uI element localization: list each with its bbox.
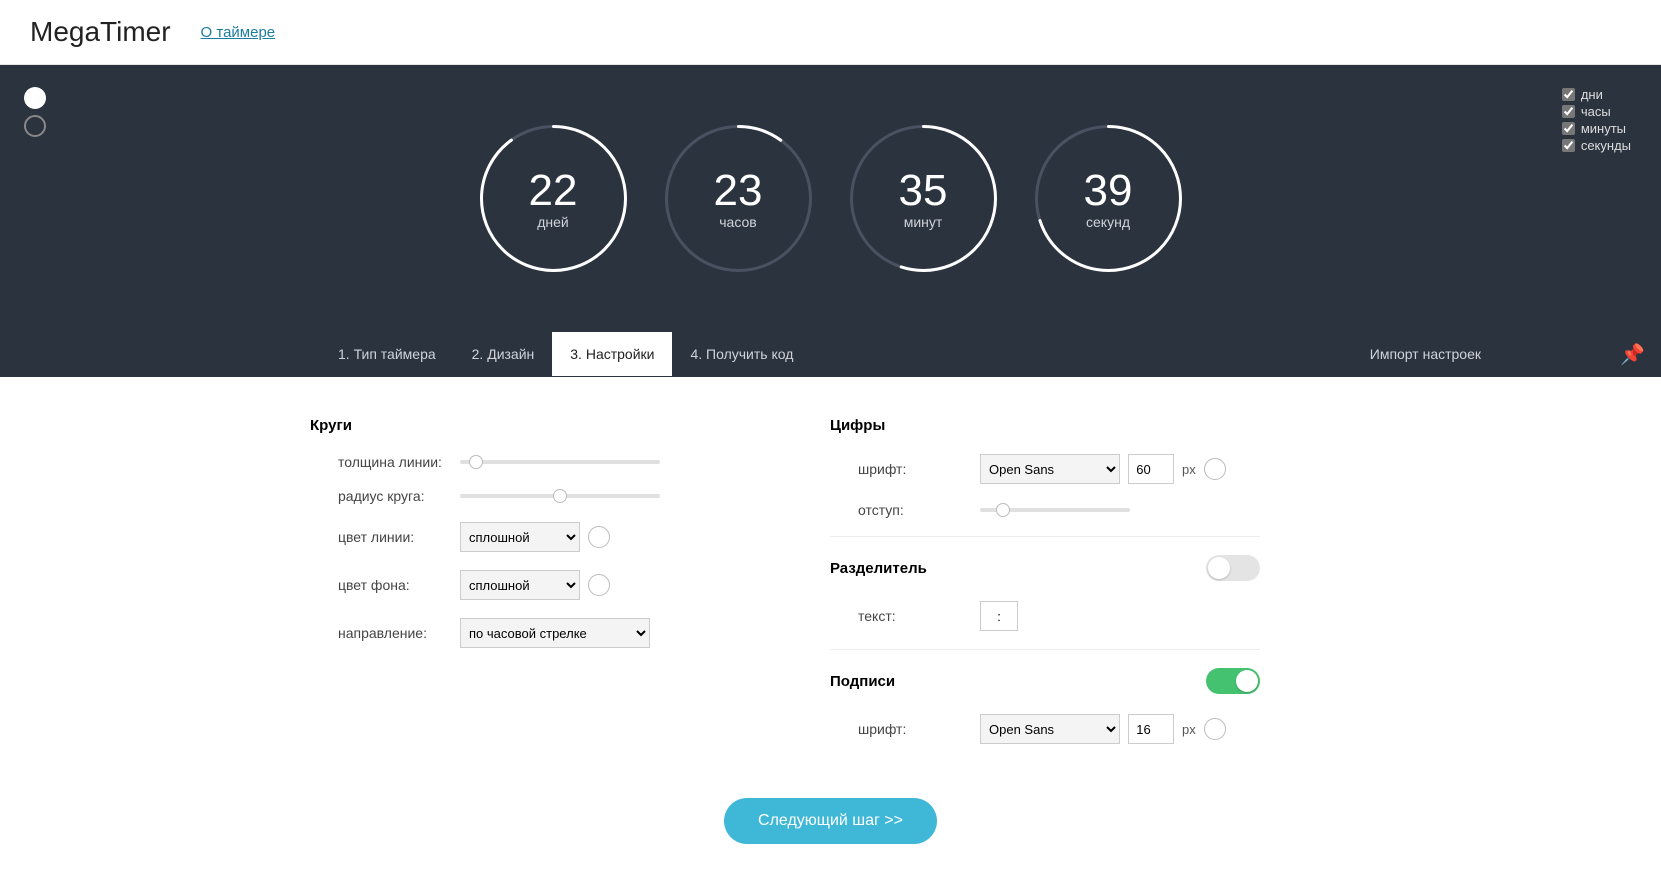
footer: Следующий шаг >>	[0, 762, 1661, 894]
labels-font-label: шрифт:	[830, 721, 980, 737]
labels-title-text: Подписи	[830, 673, 895, 690]
header: MegaTimer О таймере	[0, 0, 1661, 65]
tab-3[interactable]: 4. Получить код	[672, 332, 811, 376]
legend-minutes-label: минуты	[1581, 121, 1626, 136]
pin-icon[interactable]: 📌	[1620, 342, 1645, 367]
bg-color-mode[interactable]: сплошной	[460, 570, 580, 600]
ring-1: 23 часов	[661, 121, 816, 276]
next-step-button[interactable]: Следующий шаг >>	[724, 798, 937, 844]
circles-section: Круги толщина линии: радиус круга: цвет …	[310, 417, 740, 762]
labels-size[interactable]	[1128, 714, 1174, 744]
tab-0[interactable]: 1. Тип таймера	[320, 332, 454, 376]
digits-size[interactable]	[1128, 454, 1174, 484]
sep-text-input[interactable]	[980, 601, 1018, 631]
legend-days-label: дни	[1581, 87, 1603, 102]
tab-2[interactable]: 3. Настройки	[552, 332, 672, 376]
separator-title-text: Разделитель	[830, 560, 927, 577]
legend-seconds[interactable]: секунды	[1562, 138, 1631, 153]
labels-color-swatch[interactable]	[1204, 718, 1226, 740]
line-color-mode[interactable]: сплошной	[460, 522, 580, 552]
timer-preview: дни часы минуты секунды 22 дней 23 часов…	[0, 65, 1661, 331]
about-link[interactable]: О таймере	[201, 24, 276, 41]
divider	[830, 536, 1260, 537]
separator-title: Разделитель	[830, 555, 1260, 581]
thickness-slider[interactable]	[460, 460, 660, 464]
line-color-swatch[interactable]	[588, 526, 610, 548]
legend-seconds-cb[interactable]	[1562, 139, 1575, 152]
legend-days[interactable]: дни	[1562, 87, 1631, 102]
circles-title: Круги	[310, 417, 740, 434]
unit-legend: дни часы минуты секунды	[1562, 87, 1631, 155]
ring-3: 39 секунд	[1031, 121, 1186, 276]
digits-unit: px	[1182, 462, 1196, 477]
legend-minutes[interactable]: минуты	[1562, 121, 1631, 136]
labels-unit: px	[1182, 722, 1196, 737]
legend-minutes-cb[interactable]	[1562, 122, 1575, 135]
ring-0: 22 дней	[476, 121, 631, 276]
offset-label: отступ:	[830, 502, 980, 518]
settings-panel: Круги толщина линии: радиус круга: цвет …	[0, 377, 1661, 762]
rings: 22 дней 23 часов 35 минут 39 секунд	[0, 65, 1661, 331]
separator-toggle[interactable]	[1206, 555, 1260, 581]
radius-label: радиус круга:	[310, 488, 460, 504]
labels-title: Подписи	[830, 668, 1260, 694]
direction-select[interactable]: по часовой стрелке	[460, 618, 650, 648]
bg-color-swatch[interactable]	[588, 574, 610, 596]
direction-label: направление:	[310, 625, 460, 641]
labels-toggle[interactable]	[1206, 668, 1260, 694]
legend-seconds-label: секунды	[1581, 138, 1631, 153]
digits-font-select[interactable]: Open Sans	[980, 454, 1120, 484]
labels-font-select[interactable]: Open Sans	[980, 714, 1120, 744]
theme-dark[interactable]	[24, 115, 46, 137]
import-settings[interactable]: Импорт настроек	[1370, 346, 1481, 362]
sep-text-label: текст:	[830, 608, 980, 624]
digits-title: Цифры	[830, 417, 1260, 434]
digits-section: Цифры шрифт: Open Sans px отступ: Раздел…	[830, 417, 1260, 762]
thickness-label: толщина линии:	[310, 454, 460, 470]
offset-slider[interactable]	[980, 508, 1130, 512]
legend-hours-cb[interactable]	[1562, 105, 1575, 118]
line-color-label: цвет линии:	[310, 529, 460, 545]
legend-days-cb[interactable]	[1562, 88, 1575, 101]
theme-light[interactable]	[24, 87, 46, 109]
divider	[830, 649, 1260, 650]
ring-2: 35 минут	[846, 121, 1001, 276]
legend-hours[interactable]: часы	[1562, 104, 1631, 119]
tabs: 1. Тип таймера2. Дизайн3. Настройки4. По…	[0, 331, 1661, 377]
tab-1[interactable]: 2. Дизайн	[454, 332, 553, 376]
legend-hours-label: часы	[1581, 104, 1611, 119]
digits-color-swatch[interactable]	[1204, 458, 1226, 480]
radius-slider[interactable]	[460, 494, 660, 498]
logo: MegaTimer	[30, 16, 171, 48]
theme-switcher	[24, 87, 46, 137]
bg-color-label: цвет фона:	[310, 577, 460, 593]
digits-font-label: шрифт:	[830, 461, 980, 477]
